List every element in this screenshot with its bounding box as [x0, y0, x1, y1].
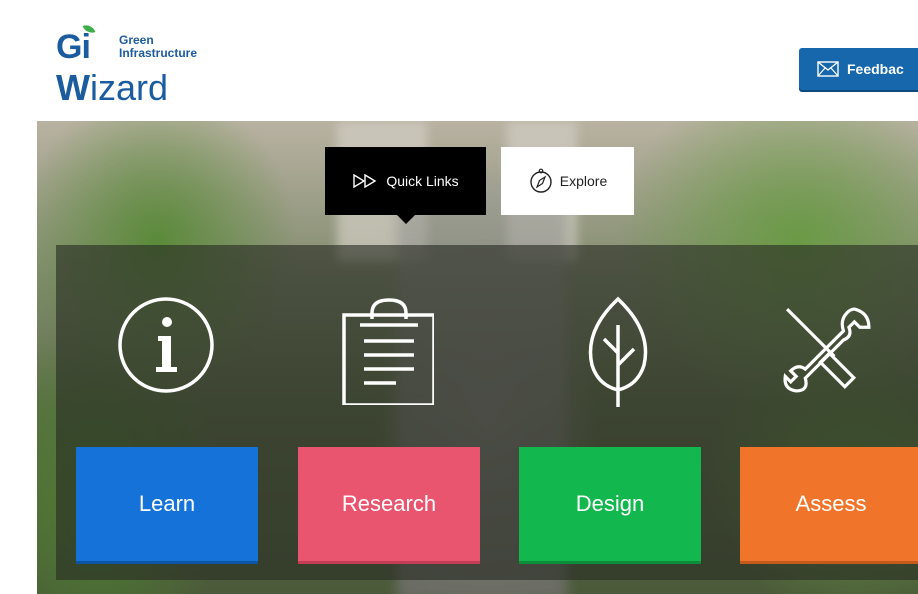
tab-quick-links[interactable]: Quick Links: [325, 147, 486, 224]
learn-button[interactable]: Learn: [76, 447, 258, 564]
tab-explore-label: Explore: [559, 173, 608, 189]
feedback-label: Feedbac: [847, 61, 904, 77]
logo-line-infrastructure: Infrastructure: [119, 46, 198, 60]
envelope-icon: [817, 61, 839, 77]
logo-wizard-text: Wizard: [56, 68, 168, 108]
leaf-icon: [568, 295, 668, 407]
tab-quick-links-label: Quick Links: [386, 173, 459, 189]
assess-label: Assess: [795, 491, 867, 516]
quick-links-panel: Learn Research Design Assess: [56, 245, 918, 580]
gi-wizard-logo[interactable]: Gi Green Infrastructure Wizard: [56, 22, 197, 108]
design-button[interactable]: Design: [519, 447, 701, 564]
assess-button[interactable]: Assess: [740, 447, 918, 564]
logo-wizard-w: W: [56, 67, 90, 108]
info-icon: [116, 295, 216, 405]
research-label: Research: [341, 491, 437, 516]
research-button[interactable]: Research: [298, 447, 480, 564]
clipboard-icon: [334, 295, 434, 405]
tools-icon: [778, 295, 878, 405]
logo-subtitle: Green Infrastructure: [119, 34, 197, 60]
design-label: Design: [575, 491, 645, 516]
tab-explore[interactable]: Explore: [501, 147, 634, 215]
learn-label: Learn: [138, 491, 196, 516]
feedback-button[interactable]: Feedbac: [799, 48, 918, 90]
compass-icon: [530, 168, 552, 193]
logo-gi-text: Gi: [56, 28, 91, 66]
logo-wizard-rest: izard: [89, 67, 169, 108]
fast-forward-icon: [353, 174, 377, 188]
hero-banner: Quick Links Explore Learn Research Desig…: [37, 121, 918, 594]
